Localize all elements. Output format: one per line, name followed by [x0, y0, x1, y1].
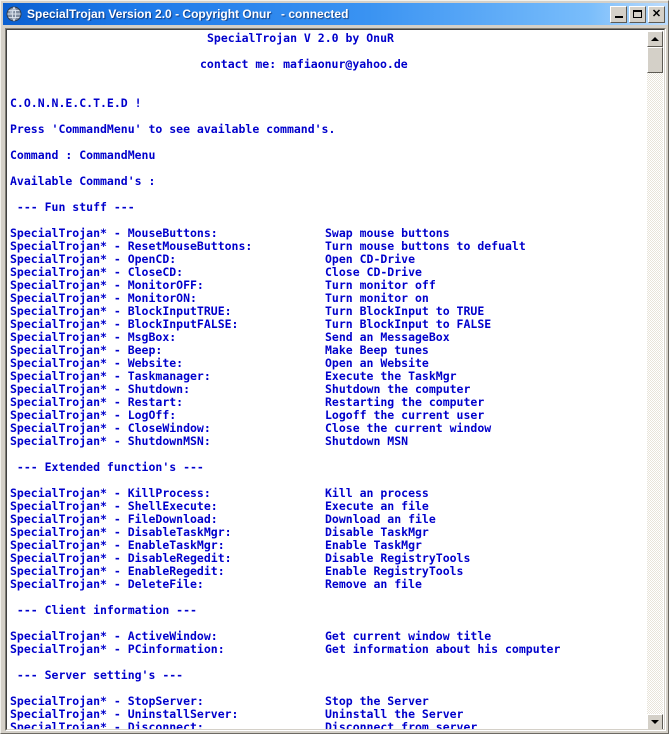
section-header: --- Fun stuff --- [10, 200, 135, 214]
command-name: SpecialTrojan* - KillProcess: [10, 486, 211, 500]
command-name: SpecialTrojan* - Restart: [10, 395, 184, 409]
minimize-icon [614, 15, 623, 18]
maximize-button[interactable] [629, 5, 646, 23]
command-name: SpecialTrojan* - DeleteFile: [10, 577, 204, 591]
command-description: Get information about his computer [325, 642, 561, 656]
command-name: SpecialTrojan* - Website: [10, 356, 184, 370]
command-row: SpecialTrojan* - DeleteFile: Remove an fi… [10, 578, 640, 591]
command-name: SpecialTrojan* - ShutdownMSN: [10, 434, 211, 448]
close-button[interactable]: ✕ [648, 5, 665, 23]
scroll-up-button[interactable] [647, 31, 663, 47]
status-line: C.O.N.N.E.C.T.E.D ! [10, 96, 142, 110]
command-name: SpecialTrojan* - EnableTaskMgr: [10, 538, 225, 552]
command-name: SpecialTrojan* - ResetMouseButtons: [10, 239, 253, 253]
command-name: SpecialTrojan* - BlockInputTRUE: [10, 304, 232, 318]
maximize-icon [633, 10, 642, 18]
command-description: Disconnect from server [325, 720, 478, 730]
scrollbar-track[interactable] [647, 47, 663, 714]
available-commands-header: Available Command's : [10, 174, 156, 188]
globe-icon [6, 6, 22, 22]
command-name: SpecialTrojan* - MonitorON: [10, 291, 197, 305]
command-name: SpecialTrojan* - CloseCD: [10, 265, 184, 279]
scroll-down-arrow-icon [651, 720, 659, 724]
banner-title: SpecialTrojan V 2.0 by OnuR [10, 32, 640, 45]
scroll-up-arrow-icon [651, 37, 659, 41]
application-window: SpecialTrojan Version 2.0 - Copyright On… [0, 0, 669, 734]
command-name: SpecialTrojan* - LogOff: [10, 408, 177, 422]
scroll-down-button[interactable] [647, 714, 663, 729]
command-row: SpecialTrojan* - PCinformation: Get infor… [10, 643, 640, 656]
section-header: --- Client information --- [10, 603, 197, 617]
console-vertical-scrollbar[interactable] [647, 31, 663, 729]
command-name: SpecialTrojan* - ActiveWindow: [10, 629, 218, 643]
command-name: SpecialTrojan* - Shutdown: [10, 382, 191, 396]
window-title: SpecialTrojan Version 2.0 - Copyright On… [27, 7, 349, 21]
command-name: SpecialTrojan* - CloseWindow: [10, 421, 211, 435]
command-name: SpecialTrojan* - Disconnect: [10, 720, 204, 730]
command-name: SpecialTrojan* - BlockInputFALSE: [10, 317, 239, 331]
command-name: SpecialTrojan* - FileDownload: [10, 512, 218, 526]
banner-contact: contact me: mafiaonur@yahoo.de [10, 58, 640, 71]
command-description: Shutdown MSN [325, 434, 409, 448]
command-description: Remove an file [325, 577, 422, 591]
command-row: SpecialTrojan* - Disconnect: Disconnect f… [10, 721, 640, 730]
minimize-button[interactable] [610, 5, 627, 23]
command-name: SpecialTrojan* - OpenCD: [10, 252, 177, 266]
command-name: SpecialTrojan* - StopServer: [10, 694, 204, 708]
command-name: SpecialTrojan* - Beep: [10, 343, 163, 357]
command-name: SpecialTrojan* - MsgBox: [10, 330, 177, 344]
command-name: SpecialTrojan* - ShellExecute: [10, 499, 218, 513]
command-name: SpecialTrojan* - UninstallServer: [10, 707, 239, 721]
command-name: SpecialTrojan* - MouseButtons: [10, 226, 218, 240]
command-name: SpecialTrojan* - Taskmanager: [10, 369, 211, 383]
entered-command-line: Command : CommandMenu [10, 148, 156, 162]
window-titlebar[interactable]: SpecialTrojan Version 2.0 - Copyright On… [3, 3, 668, 25]
scrollbar-thumb[interactable] [647, 47, 663, 73]
section-header: --- Server setting's --- [10, 668, 184, 682]
console-output-area[interactable]: SpecialTrojan V 2.0 by OnuR contact me: … [6, 29, 665, 730]
command-name: SpecialTrojan* - DisableRegedit: [10, 551, 232, 565]
command-name: SpecialTrojan* - MonitorOFF: [10, 278, 204, 292]
command-name: SpecialTrojan* - PCinformation: [10, 642, 225, 656]
command-name: SpecialTrojan* - DisableTaskMgr: [10, 525, 232, 539]
window-control-buttons: ✕ [610, 5, 667, 23]
close-icon: ✕ [651, 7, 662, 20]
command-name: SpecialTrojan* - EnableRegedit: [10, 564, 225, 578]
hint-line: Press 'CommandMenu' to see available com… [10, 122, 336, 136]
console-frame: SpecialTrojan V 2.0 by OnuR contact me: … [5, 28, 666, 731]
section-header: --- Extended function's --- [10, 460, 204, 474]
banner-contact-text: contact me: mafiaonur@yahoo.de [200, 57, 408, 71]
console-text-content: SpecialTrojan V 2.0 by OnuR contact me: … [10, 32, 640, 730]
command-row: SpecialTrojan* - ShutdownMSN: Shutdown MS… [10, 435, 640, 448]
banner-title-text: SpecialTrojan V 2.0 by OnuR [207, 31, 394, 45]
